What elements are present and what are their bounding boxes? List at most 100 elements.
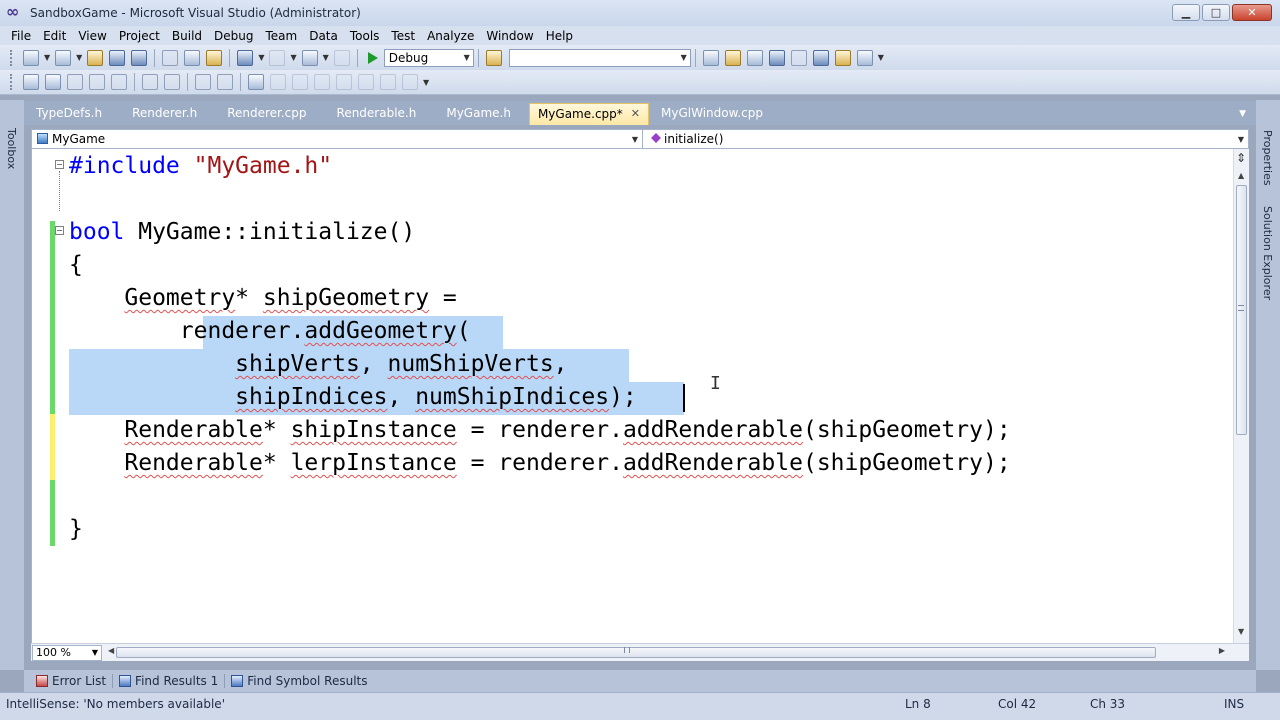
chevron-down-icon[interactable]: ▼ [76, 53, 82, 62]
menu-project[interactable]: Project [113, 29, 166, 43]
close-button[interactable]: ✕ [1232, 4, 1272, 21]
previous-bookmark-icon[interactable] [270, 74, 286, 90]
command-window-icon[interactable] [856, 49, 873, 66]
menu-test[interactable]: Test [385, 29, 421, 43]
toolbox-tab[interactable]: Toolbox [5, 128, 18, 169]
code-line-9: Renderable* shipInstance = renderer.addR… [124, 417, 1011, 443]
tab-renderer-h[interactable]: Renderer.h [124, 103, 205, 125]
menu-data[interactable]: Data [303, 29, 344, 43]
redo-icon[interactable] [269, 49, 286, 66]
menu-window[interactable]: Window [480, 29, 539, 43]
tab-mygame-cpp[interactable]: MyGame.cpp* ✕ [528, 103, 649, 125]
horizontal-scrollbar[interactable]: ◀ ▶ [106, 645, 1249, 661]
solution-explorer-icon[interactable] [702, 49, 719, 66]
open-folder-icon[interactable] [87, 49, 104, 66]
copy-icon[interactable] [184, 49, 201, 66]
start-debugging-icon[interactable] [367, 51, 378, 64]
tab-find-symbol-results[interactable]: Find Symbol Results [225, 674, 373, 688]
toolbar-grip[interactable] [10, 49, 14, 66]
chevron-down-icon[interactable]: ▼ [258, 53, 264, 62]
navigate-forward-icon[interactable] [333, 49, 350, 66]
next-bookmark-icon[interactable] [292, 74, 308, 90]
close-tab-icon[interactable]: ✕ [631, 107, 640, 120]
object-browser-icon[interactable] [746, 49, 763, 66]
previous-bookmark-in-document-icon[interactable] [380, 74, 396, 90]
menu-edit[interactable]: Edit [37, 29, 72, 43]
display-word-completion-icon[interactable] [89, 74, 105, 90]
undo-icon[interactable] [237, 49, 254, 66]
uncomment-lines-icon[interactable] [217, 74, 233, 90]
collapse-function-toggle[interactable]: − [55, 226, 67, 235]
toggle-bookmark-icon[interactable] [248, 74, 264, 90]
splitter-icon[interactable]: ⇕ [1236, 151, 1246, 165]
tab-label: MyGame.cpp* [537, 107, 623, 121]
collapse-include-toggle[interactable]: − [55, 160, 67, 169]
clear-bookmarks-icon[interactable] [358, 74, 374, 90]
menu-tools[interactable]: Tools [344, 29, 386, 43]
tab-error-list[interactable]: Error List [30, 674, 114, 688]
tab-mygame-h[interactable]: MyGame.h [438, 103, 519, 125]
save-all-icon[interactable] [131, 49, 148, 66]
solution-explorer-tab[interactable]: Solution Explorer [1261, 206, 1274, 300]
toolbox-icon[interactable] [790, 49, 807, 66]
window-title: SandboxGame - Microsoft Visual Studio (A… [30, 6, 361, 20]
find-dropdown[interactable]: ▼ [508, 48, 691, 67]
toolbar-grip[interactable] [10, 74, 14, 90]
display-parameter-info-icon[interactable] [45, 74, 61, 90]
team-explorer-icon[interactable] [812, 49, 829, 66]
chevron-down-icon[interactable]: ▼ [290, 53, 296, 62]
tab-overflow-icon[interactable]: ▼ [1239, 109, 1246, 119]
tab-renderable-h[interactable]: Renderable.h [329, 103, 425, 125]
increase-indent-icon[interactable] [142, 74, 158, 90]
cut-icon[interactable] [162, 49, 179, 66]
navigate-backward-icon[interactable] [301, 49, 318, 66]
add-item-icon[interactable] [55, 49, 72, 66]
tab-myglwindow-cpp[interactable]: MyGlWindow.cpp [653, 103, 771, 125]
tab-typedefs-h[interactable]: TypeDefs.h [28, 103, 110, 125]
extension-manager-icon[interactable] [834, 49, 851, 66]
next-bookmark-in-document-icon[interactable] [402, 74, 418, 90]
scroll-left-icon[interactable]: ◀ [108, 646, 114, 655]
menu-help[interactable]: Help [540, 29, 579, 43]
visual-studio-icon [6, 2, 24, 21]
display-object-member-list-icon[interactable] [23, 74, 39, 90]
chevron-down-icon[interactable]: ▼ [423, 78, 429, 87]
standard-toolbar: ▼ ▼ ▼ ▼ ▼ Debug ▼ ▼ ▼ [0, 45, 1280, 70]
tab-renderer-cpp[interactable]: Renderer.cpp [219, 103, 314, 125]
scroll-down-icon[interactable]: ▼ [1238, 627, 1244, 636]
menu-debug[interactable]: Debug [208, 29, 259, 43]
member-dropdown[interactable]: initialize() ▼ [643, 130, 1248, 148]
maximize-button[interactable]: □ [1202, 4, 1230, 21]
menu-build[interactable]: Build [166, 29, 208, 43]
solution-configuration-dropdown[interactable]: Debug ▼ [383, 48, 474, 67]
chevron-down-icon[interactable]: ▼ [44, 53, 50, 62]
chevron-down-icon[interactable]: ▼ [878, 53, 884, 62]
outdent-icon[interactable] [164, 74, 180, 90]
decrease-indent-icon[interactable] [111, 74, 127, 90]
new-project-icon[interactable] [23, 49, 39, 66]
previous-bookmark-in-folder-icon[interactable] [314, 74, 330, 90]
display-quick-info-icon[interactable] [67, 74, 83, 90]
vertical-scrollbar[interactable]: ⇕ ▲ ▼ [1233, 149, 1249, 643]
tab-find-results-1[interactable]: Find Results 1 [113, 674, 226, 688]
scroll-right-icon[interactable]: ▶ [1219, 646, 1225, 655]
menu-view[interactable]: View [72, 29, 112, 43]
comment-lines-icon[interactable] [195, 74, 211, 90]
scroll-up-icon[interactable]: ▲ [1238, 171, 1244, 180]
scope-dropdown[interactable]: MyGame ▼ [32, 130, 643, 148]
horizontal-scroll-thumb[interactable] [116, 646, 1156, 658]
menu-analyze[interactable]: Analyze [421, 29, 480, 43]
menu-file[interactable]: File [5, 29, 37, 43]
next-bookmark-in-folder-icon[interactable] [336, 74, 352, 90]
code-editor[interactable]: − − #include "MyGame.h" bool MyGame::ini… [31, 149, 1249, 643]
chevron-down-icon[interactable]: ▼ [323, 53, 329, 62]
properties-tab[interactable]: Properties [1261, 130, 1274, 186]
class-view-icon[interactable] [768, 49, 785, 66]
properties-icon[interactable] [724, 49, 741, 66]
minimize-button[interactable]: ▁ [1172, 4, 1200, 21]
zoom-dropdown[interactable]: 100 % ▼ [32, 644, 102, 661]
paste-icon[interactable] [206, 49, 223, 66]
save-icon[interactable] [109, 49, 126, 66]
find-in-files-icon[interactable] [485, 49, 502, 66]
menu-team[interactable]: Team [259, 29, 303, 43]
